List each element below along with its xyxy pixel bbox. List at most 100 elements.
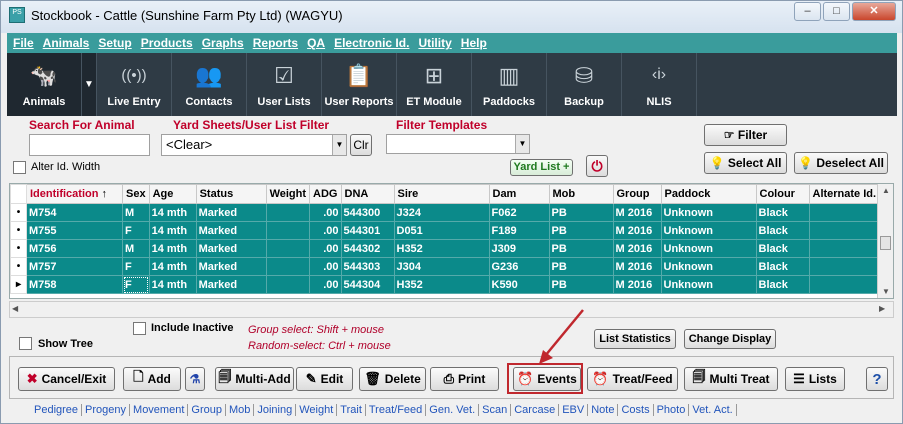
close-button[interactable]: ✕ xyxy=(852,2,896,21)
column-header-weight[interactable]: Weight xyxy=(265,184,311,204)
help-button[interactable]: ? xyxy=(866,367,888,391)
search-input[interactable] xyxy=(29,134,150,156)
clear-button[interactable]: Clr xyxy=(350,134,372,156)
link-photo[interactable]: Photo xyxy=(654,404,690,416)
menu-help[interactable]: Help xyxy=(461,36,487,50)
arrow-head xyxy=(539,350,553,364)
menu-reports[interactable]: Reports xyxy=(253,36,298,50)
edit-button[interactable]: ✎ Edit xyxy=(296,367,353,391)
delete-button[interactable]: 🗑 Delete xyxy=(359,367,426,391)
column-header-sire[interactable]: Sire xyxy=(393,184,490,204)
link-movement[interactable]: Movement xyxy=(130,404,189,416)
scroll-left-icon[interactable]: ◀ xyxy=(12,304,24,315)
link-joining[interactable]: Joining xyxy=(254,404,297,416)
show-tree-checkbox[interactable] xyxy=(19,337,32,350)
link-carcase[interactable]: Carcase xyxy=(511,404,560,416)
table-row[interactable]: • M756 M 14 mth Marked .00 544302 H352 J… xyxy=(10,239,885,258)
column-header-mob[interactable]: Mob xyxy=(548,184,614,204)
link-mob[interactable]: Mob xyxy=(226,404,255,416)
table-row[interactable]: • M755 F 14 mth Marked .00 544301 D051 F… xyxy=(10,221,885,240)
column-header-alternate-id[interactable]: Alternate Id. xyxy=(808,184,885,204)
link-note[interactable]: Note xyxy=(588,404,619,416)
filter-button[interactable]: ☞ Filter xyxy=(704,124,787,146)
table-row[interactable]: ▸ M758 F 14 mth Marked .00 544304 H352 K… xyxy=(10,275,885,294)
link-scan[interactable]: Scan xyxy=(479,404,512,416)
filter-templates-select[interactable]: ▼ xyxy=(386,134,530,154)
column-header-age[interactable]: Age xyxy=(148,184,197,204)
scroll-up-icon[interactable]: ▲ xyxy=(878,186,893,195)
menu-electronic-id[interactable]: Electronic Id. xyxy=(334,36,409,50)
scroll-thumb[interactable] xyxy=(880,236,891,250)
cell-weight xyxy=(265,239,311,258)
toolbar-live-entry[interactable]: ((•)) Live Entry xyxy=(97,53,172,116)
grid-horizontal-scrollbar[interactable]: ◀ ▶ xyxy=(9,301,894,318)
column-header-identification[interactable]: Identification ↑ xyxy=(26,184,123,204)
menu-products[interactable]: Products xyxy=(141,36,193,50)
toolbar-user-reports[interactable]: 📋 User Reports xyxy=(322,53,397,116)
change-display-button[interactable]: Change Display xyxy=(684,329,776,349)
column-header-group[interactable]: Group xyxy=(612,184,662,204)
yard-list-add-button[interactable]: Yard List + xyxy=(510,159,573,176)
chevron-down-icon[interactable]: ▼ xyxy=(515,135,529,153)
add-options-button[interactable]: ⚗ xyxy=(185,367,205,391)
toolbar-user-lists[interactable]: ☑ User Lists xyxy=(247,53,322,116)
column-header-dam[interactable]: Dam xyxy=(488,184,550,204)
menu-setup[interactable]: Setup xyxy=(98,36,131,50)
scroll-right-icon[interactable]: ▶ xyxy=(879,304,891,315)
select-all-button[interactable]: 💡 Select All xyxy=(704,152,787,174)
link-progeny[interactable]: Progeny xyxy=(82,404,131,416)
table-row[interactable]: • M757 F 14 mth Marked .00 544303 J304 G… xyxy=(10,257,885,276)
toolbar-backup[interactable]: ⛁ Backup xyxy=(547,53,622,116)
treat-feed-button[interactable]: ⏰ Treat/Feed xyxy=(587,367,678,391)
link-weight[interactable]: Weight xyxy=(296,404,338,416)
menu-utility[interactable]: Utility xyxy=(418,36,451,50)
main-toolbar: 🐄 Animals ▼ ((•)) Live Entry 👥 Contacts … xyxy=(7,53,897,116)
filter-button-label: Filter xyxy=(737,128,768,142)
toolbar-paddocks[interactable]: ▥ Paddocks xyxy=(472,53,547,116)
link-treat-feed[interactable]: Treat/Feed xyxy=(366,404,427,416)
add-button[interactable]: 🗋 Add xyxy=(123,367,181,391)
link-gen-vet[interactable]: Gen. Vet. xyxy=(426,404,480,416)
multi-add-button[interactable]: 🗐 Multi-Add xyxy=(215,367,294,391)
grid-vertical-scrollbar[interactable]: ▲ ▼ xyxy=(877,184,893,298)
minimize-button[interactable]: – xyxy=(794,2,821,21)
table-row[interactable]: • M754 M 14 mth Marked .00 544300 J324 F… xyxy=(10,203,885,222)
menu-file[interactable]: File xyxy=(13,36,34,50)
list-statistics-button[interactable]: List Statistics xyxy=(594,329,676,349)
reset-filter-button[interactable]: ⏻ xyxy=(586,155,608,177)
print-button[interactable]: ⎙ Print xyxy=(430,367,499,391)
menu-qa[interactable]: QA xyxy=(307,36,325,50)
maximize-button[interactable]: □ xyxy=(823,2,850,21)
toolbar-animals[interactable]: 🐄 Animals xyxy=(7,53,82,116)
toolbar-contacts[interactable]: 👥 Contacts xyxy=(172,53,247,116)
lists-button[interactable]: ☰ Lists xyxy=(785,367,845,391)
app-logo-icon: PS xyxy=(9,7,25,23)
column-header-adg[interactable]: ADG xyxy=(309,184,342,204)
link-pedigree[interactable]: Pedigree xyxy=(31,404,83,416)
multi-treat-button[interactable]: 🗐 Multi Treat xyxy=(684,367,778,391)
toolbar-et-module[interactable]: ⊞ ET Module xyxy=(397,53,472,116)
column-header-colour[interactable]: Colour xyxy=(755,184,810,204)
column-header-status[interactable]: Status xyxy=(195,184,267,204)
menu-animals[interactable]: Animals xyxy=(43,36,90,50)
cancel-exit-button[interactable]: ✖ Cancel/Exit xyxy=(18,367,115,391)
link-group[interactable]: Group xyxy=(188,404,226,416)
link-ebv[interactable]: EBV xyxy=(559,404,589,416)
yard-sheets-select[interactable]: <Clear> ▼ xyxy=(161,134,347,156)
link-costs[interactable]: Costs xyxy=(618,404,654,416)
menu-graphs[interactable]: Graphs xyxy=(202,36,244,50)
link-vet-act[interactable]: Vet. Act. xyxy=(689,404,737,416)
link-trait[interactable]: Trait xyxy=(337,404,366,416)
chevron-down-icon[interactable]: ▼ xyxy=(82,53,97,116)
chevron-down-icon[interactable]: ▼ xyxy=(332,135,346,155)
include-inactive-checkbox[interactable] xyxy=(133,322,146,335)
row-marker: • xyxy=(10,221,27,240)
animals-grid[interactable]: Identification ↑ Sex Age Status Weight A… xyxy=(9,183,894,299)
column-header-sex[interactable]: Sex xyxy=(122,184,150,204)
alter-id-width-checkbox[interactable] xyxy=(13,161,26,174)
column-header-paddock[interactable]: Paddock xyxy=(660,184,757,204)
scroll-down-icon[interactable]: ▼ xyxy=(878,287,893,296)
toolbar-nlis[interactable]: ‹i› NLIS xyxy=(622,53,697,116)
deselect-all-button[interactable]: 💡 Deselect All xyxy=(794,152,888,174)
column-header-dna[interactable]: DNA xyxy=(340,184,395,204)
